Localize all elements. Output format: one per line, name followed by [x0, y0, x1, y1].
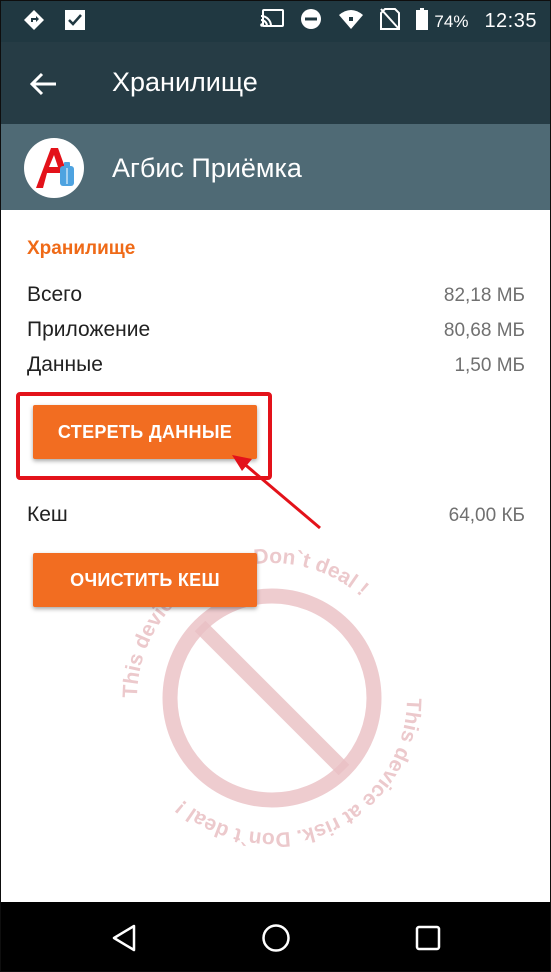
row-value: 82,18 МБ — [443, 285, 525, 306]
row-label: Всего — [27, 283, 83, 306]
clear-data-button[interactable]: СТЕРЕТЬ ДАННЫЕ — [33, 405, 257, 459]
app-header: Агбис Приёмка — [0, 124, 551, 210]
battery-icon — [416, 8, 429, 35]
app-bar: Хранилище — [0, 42, 551, 124]
no-sim-icon — [380, 8, 401, 35]
navigation-icon — [22, 8, 46, 37]
app-name: Агбис Приёмка — [112, 153, 302, 183]
status-bar: 74% 12:35 — [0, 0, 551, 42]
storage-section-title: Хранилище — [27, 238, 136, 259]
nav-recents-button[interactable] — [410, 920, 446, 956]
row-value: 1,50 МБ — [454, 355, 525, 376]
cache-row: Кеш 64,00 КБ — [27, 503, 525, 533]
app-logo-icon — [24, 138, 84, 198]
row-value: 64,00 КБ — [448, 505, 525, 526]
row-label: Приложение — [27, 318, 151, 341]
battery-percent: 74% — [434, 11, 469, 31]
back-button[interactable] — [22, 62, 66, 106]
clear-cache-button[interactable]: ОЧИСТИТЬ КЕШ — [33, 553, 257, 607]
nav-home-button[interactable] — [258, 920, 294, 956]
row-label: Кеш — [27, 503, 68, 526]
row-label: Данные — [27, 353, 103, 376]
nav-recents-icon — [415, 925, 441, 951]
cast-icon — [260, 9, 285, 34]
do-not-disturb-icon — [300, 8, 322, 35]
storage-row-total: Всего 82,18 МБ — [27, 283, 525, 313]
nav-home-icon — [262, 924, 290, 952]
clock: 12:35 — [484, 10, 537, 32]
back-arrow-icon — [30, 72, 56, 96]
page-title: Хранилище — [112, 67, 258, 97]
checkbox-notification-icon — [64, 9, 86, 36]
storage-row-app: Приложение 80,68 МБ — [27, 318, 525, 348]
navigation-bar — [0, 902, 551, 972]
storage-row-data: Данные 1,50 МБ — [27, 353, 525, 383]
nav-back-button[interactable] — [106, 920, 142, 956]
row-value: 80,68 МБ — [443, 320, 525, 341]
wifi-icon — [338, 8, 364, 35]
nav-back-icon — [112, 924, 136, 952]
